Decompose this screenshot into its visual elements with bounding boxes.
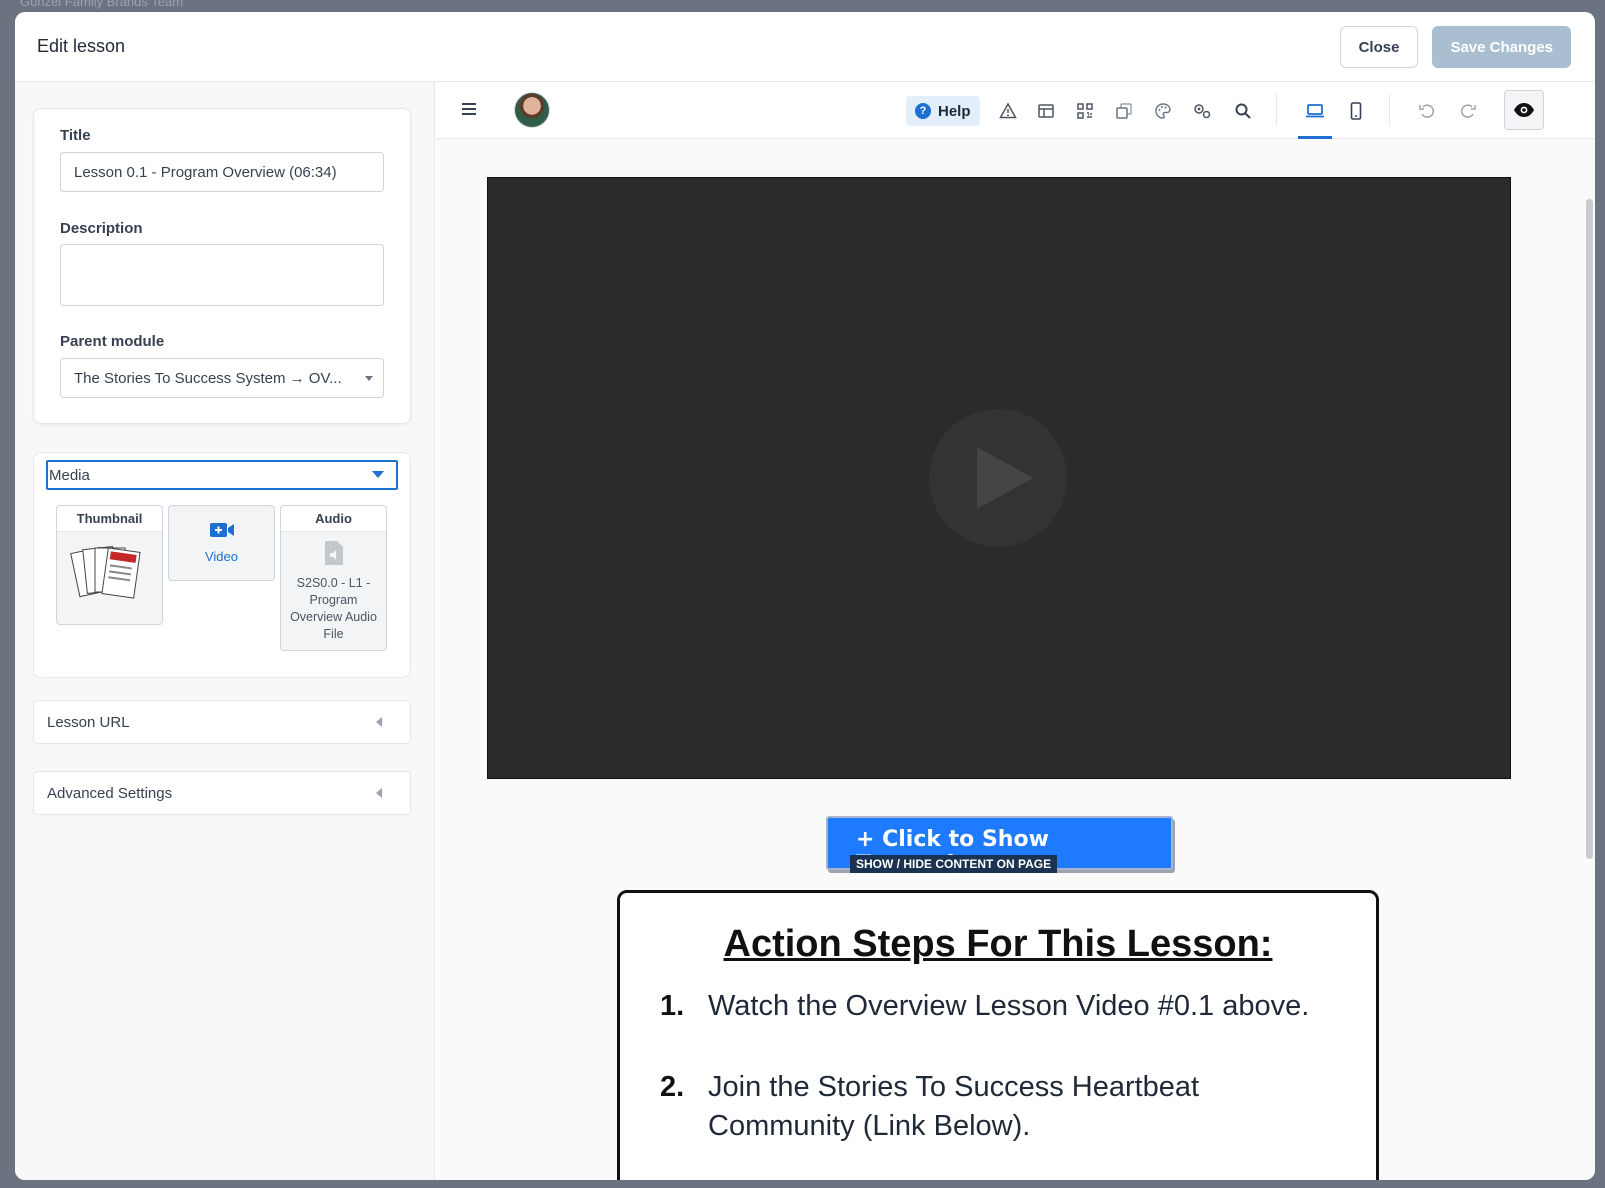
- modal-title: Edit lesson: [37, 36, 126, 56]
- title-input[interactable]: Lesson 0.1 - Program Overview (06:34): [60, 152, 384, 192]
- lesson-details-card: Title Lesson 0.1 - Program Overview (06:…: [33, 108, 411, 424]
- audio-tile[interactable]: Audio S2S0.0 - L1 - Program Overview Aud…: [280, 505, 387, 651]
- desktop-icon[interactable]: [1303, 100, 1327, 122]
- caret-down-icon: [372, 471, 384, 478]
- toolbar-divider: [1389, 94, 1390, 126]
- redo-icon[interactable]: [1456, 100, 1480, 122]
- lesson-url-label: Lesson URL: [47, 713, 130, 731]
- parent-module-label: Parent module: [60, 333, 165, 350]
- play-button[interactable]: [929, 409, 1067, 547]
- transcript-button-sublabel: SHOW / HIDE CONTENT ON PAGE: [850, 855, 1058, 873]
- thumbnail-tile[interactable]: Thumbnail: [56, 505, 163, 625]
- description-label: Description: [60, 220, 143, 237]
- lesson-url-section[interactable]: Lesson URL: [33, 700, 411, 744]
- parent-module-select[interactable]: The Stories To Success System → OV...: [60, 358, 384, 398]
- audio-file-icon: [281, 540, 386, 571]
- mobile-icon[interactable]: [1344, 100, 1368, 122]
- page-editor: ? Help + Click to Show SHOW / HIDE CONTE…: [436, 82, 1595, 1180]
- qr-code-icon[interactable]: [1073, 100, 1097, 122]
- close-button[interactable]: Close: [1339, 26, 1419, 68]
- lesson-settings-panel: Title Lesson 0.1 - Program Overview (06:…: [15, 82, 435, 1180]
- video-player[interactable]: [487, 177, 1511, 779]
- workspace-name: Gunzel Family Brands Team: [20, 0, 184, 9]
- header-actions: Close Save Changes: [1339, 26, 1571, 68]
- step-number: 2.: [660, 1071, 685, 1103]
- help-icon: ?: [915, 103, 931, 119]
- audio-tile-label: Audio: [281, 506, 386, 532]
- warning-icon[interactable]: [996, 100, 1020, 122]
- media-select-value: Media: [49, 466, 90, 484]
- help-label: Help: [938, 102, 971, 120]
- step-text: Watch the Overview Lesson Video #0.1 abo…: [708, 990, 1310, 1022]
- caret-left-icon: [376, 788, 382, 798]
- layout-icon[interactable]: [1034, 100, 1058, 122]
- advanced-settings-label: Advanced Settings: [47, 784, 173, 802]
- thumbnail-image: [70, 546, 141, 599]
- menu-icon[interactable]: [462, 103, 476, 118]
- video-add-icon: [209, 523, 234, 537]
- chevron-down-icon: [365, 376, 373, 381]
- help-button[interactable]: ? Help: [906, 96, 980, 126]
- parent-module-value: The Stories To Success System → OV...: [74, 369, 342, 387]
- media-card: Media Thumbnail Video Audio S2S0.0 - L1 …: [33, 452, 411, 678]
- action-steps-box: Action Steps For This Lesson: 1. Watch t…: [617, 890, 1379, 1180]
- show-transcript-button[interactable]: + Click to Show Transcript SHOW / HIDE C…: [826, 816, 1173, 877]
- modal-header: Edit lesson Close Save Changes: [15, 12, 1595, 82]
- undo-icon[interactable]: [1415, 100, 1439, 122]
- title-label: Title: [60, 127, 91, 144]
- media-select[interactable]: Media: [46, 460, 398, 490]
- advanced-settings-section[interactable]: Advanced Settings: [33, 771, 411, 815]
- action-steps-title: Action Steps For This Lesson:: [723, 923, 1273, 965]
- avatar[interactable]: [514, 92, 550, 128]
- preview-eye-icon[interactable]: [1504, 90, 1544, 130]
- palette-icon[interactable]: [1151, 100, 1175, 122]
- step-text: Join the Stories To Success Heartbeat Co…: [708, 1071, 1200, 1142]
- page-canvas: + Click to Show Transcript SHOW / HIDE C…: [436, 139, 1595, 1180]
- video-tile-label: Video: [204, 549, 238, 564]
- settings-icon[interactable]: [1190, 100, 1214, 122]
- thumbnail-tile-label: Thumbnail: [57, 506, 162, 532]
- edit-lesson-modal: Edit lesson Close Save Changes Title Les…: [15, 12, 1595, 1180]
- audio-file-name: S2S0.0 - L1 - Program Overview Audio Fil…: [290, 576, 377, 641]
- play-icon: [977, 447, 1033, 509]
- save-changes-button[interactable]: Save Changes: [1432, 26, 1571, 68]
- description-textarea[interactable]: [60, 244, 384, 306]
- step-number: 1.: [660, 990, 685, 1022]
- editor-toolbar: ? Help: [436, 82, 1595, 139]
- caret-left-icon: [376, 717, 382, 727]
- video-tile[interactable]: Video: [168, 505, 275, 581]
- layers-icon[interactable]: [1112, 100, 1136, 122]
- search-icon[interactable]: [1231, 100, 1255, 122]
- toolbar-divider: [1276, 94, 1277, 126]
- canvas-scrollbar[interactable]: [1586, 199, 1593, 859]
